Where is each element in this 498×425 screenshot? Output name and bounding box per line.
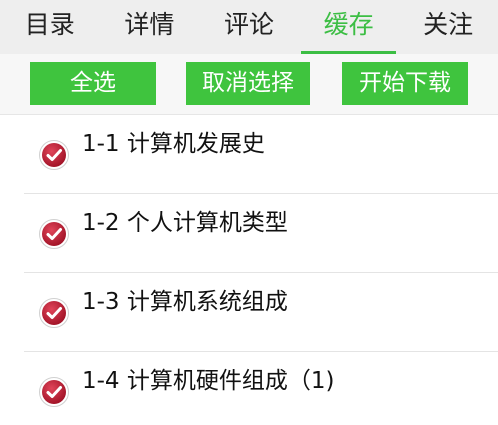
chapter-list: 1-1 计算机发展史 1-2 个人计算机类型 1-3 计算机系统组成 1-4 计… bbox=[0, 115, 498, 425]
check-circle-icon[interactable] bbox=[38, 376, 70, 408]
tab-details[interactable]: 详情 bbox=[100, 0, 200, 54]
tab-follow[interactable]: 关注 bbox=[398, 0, 498, 54]
download-toolbar: 全选 取消选择 开始下载 bbox=[0, 54, 498, 115]
tab-bar: 目录 详情 评论 缓存 关注 bbox=[0, 0, 498, 54]
list-item-title: 1-3 计算机系统组成 bbox=[82, 289, 288, 315]
tab-cache[interactable]: 缓存 bbox=[299, 0, 399, 54]
start-download-button[interactable]: 开始下载 bbox=[342, 62, 468, 105]
tab-catalog[interactable]: 目录 bbox=[0, 0, 100, 54]
list-item-title: 1-2 个人计算机类型 bbox=[82, 210, 288, 236]
list-item[interactable]: 1-2 个人计算机类型 bbox=[24, 194, 498, 273]
select-all-button[interactable]: 全选 bbox=[30, 62, 156, 105]
cancel-selection-button[interactable]: 取消选择 bbox=[186, 62, 310, 105]
cache-screen: 目录 详情 评论 缓存 关注 全选 取消选择 开始下载 1-1 计算机发展史 1… bbox=[0, 0, 498, 425]
cancel-selection-label: 取消选择 bbox=[202, 70, 294, 96]
tab-label: 目录 bbox=[24, 10, 75, 39]
check-circle-icon[interactable] bbox=[38, 297, 70, 329]
tab-comments[interactable]: 评论 bbox=[199, 0, 299, 54]
list-item[interactable]: 1-4 计算机硬件组成（1) bbox=[24, 352, 498, 425]
select-all-label: 全选 bbox=[70, 70, 116, 96]
tab-label: 缓存 bbox=[323, 10, 374, 39]
list-item-title: 1-1 计算机发展史 bbox=[82, 131, 265, 157]
list-item-title: 1-4 计算机硬件组成（1) bbox=[82, 368, 335, 394]
check-circle-icon[interactable] bbox=[38, 139, 70, 171]
check-circle-icon[interactable] bbox=[38, 218, 70, 250]
tab-label: 评论 bbox=[223, 10, 274, 39]
start-download-label: 开始下载 bbox=[359, 70, 451, 96]
tab-label: 关注 bbox=[423, 10, 474, 39]
list-item[interactable]: 1-3 计算机系统组成 bbox=[24, 273, 498, 352]
tab-label: 详情 bbox=[124, 10, 175, 39]
list-item[interactable]: 1-1 计算机发展史 bbox=[24, 115, 498, 194]
